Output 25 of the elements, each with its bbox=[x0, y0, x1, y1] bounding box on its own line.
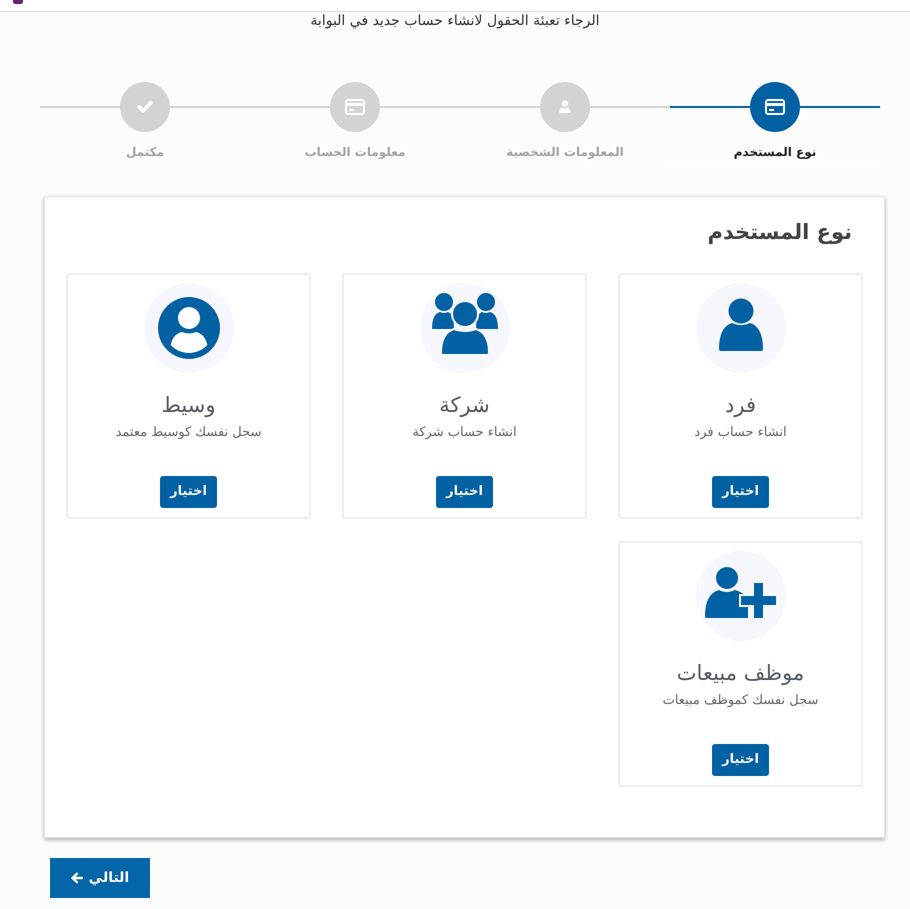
users-icon bbox=[420, 283, 510, 373]
option-title: موظف مبيعات bbox=[676, 660, 804, 688]
option-description: سجل نفسك كموظف مبيعات bbox=[662, 692, 818, 710]
option-description: انشاء حساب شركة bbox=[412, 424, 517, 442]
next-button[interactable]: التالي bbox=[50, 858, 150, 898]
option-description: انشاء حساب فرد bbox=[694, 424, 787, 442]
select-button[interactable]: اختيار bbox=[160, 476, 217, 508]
logo-icon bbox=[13, 0, 23, 4]
option-title: فرد bbox=[725, 392, 756, 420]
option-description: سجل نفسك كوسيط معتمد bbox=[116, 424, 262, 442]
select-button[interactable]: اختيار bbox=[712, 744, 769, 776]
step-label: معلومات الحساب bbox=[304, 144, 406, 160]
select-button[interactable]: اختيار bbox=[712, 476, 769, 508]
select-button[interactable]: اختيار bbox=[436, 476, 493, 508]
option-title: شركة bbox=[439, 392, 490, 420]
option-title: وسيط bbox=[162, 392, 216, 420]
step-label: مكتمل bbox=[126, 144, 164, 160]
page-subtitle: الرجاء تعبئة الحقول لانشاء حساب جديد في البوابة bbox=[310, 12, 600, 30]
step-label: المعلومات الشخصية bbox=[506, 144, 624, 160]
user-icon bbox=[696, 283, 786, 373]
section-title: نوع المستخدم bbox=[708, 219, 852, 246]
step-label: نوع المستخدم bbox=[734, 144, 816, 160]
arrow-left-icon bbox=[70, 872, 83, 884]
user-plus-icon bbox=[696, 551, 786, 641]
user-circle-icon bbox=[144, 283, 234, 373]
